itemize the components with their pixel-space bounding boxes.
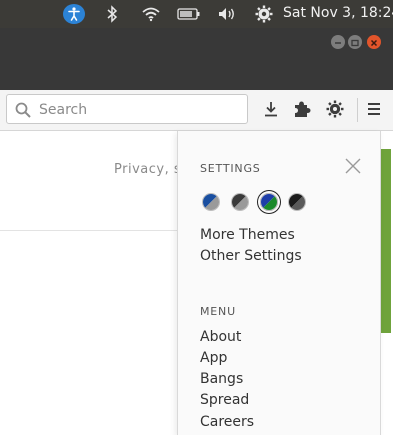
gear-icon[interactable] [325,99,345,119]
theme-swatch-black[interactable] [288,193,306,211]
scrollbar-thumb[interactable] [380,149,391,333]
search-input[interactable] [37,99,241,121]
download-icon[interactable] [261,99,281,119]
window-title-bar [0,28,393,90]
privacy-text[interactable]: Privacy, s [114,162,181,177]
theme-swatch-blue-gray[interactable] [202,193,220,211]
wifi-icon[interactable] [140,4,162,24]
accessibility-icon[interactable] [63,4,85,24]
extension-icon[interactable] [292,99,312,119]
bluetooth-icon[interactable] [104,4,120,24]
other-settings-link[interactable]: Other Settings [200,248,302,264]
menu-item-bangs[interactable]: Bangs [200,371,243,387]
system-clock[interactable]: Sat Nov 3, 18:24 [283,5,393,21]
settings-heading: SETTINGS [200,162,261,175]
minimize-button[interactable] [331,35,345,49]
search-icon [14,101,32,119]
browser-toolbar [0,90,393,131]
menu-item-app[interactable]: App [200,350,227,366]
menu-item-careers[interactable]: Careers [200,414,254,430]
menu-heading: MENU [200,305,236,318]
close-icon[interactable] [345,158,361,174]
settings-gear-icon[interactable] [254,4,274,24]
hamburger-menu-icon[interactable] [364,99,384,119]
menu-item-spread[interactable]: Spread [200,392,249,408]
maximize-button[interactable] [348,35,362,49]
theme-swatch-dark-gray[interactable] [231,193,249,211]
menu-item-about[interactable]: About [200,329,241,345]
close-window-button[interactable] [367,35,381,49]
battery-icon[interactable] [176,4,202,24]
system-top-bar: Sat Nov 3, 18:24 [0,0,393,28]
toolbar-divider [357,98,358,122]
more-themes-link[interactable]: More Themes [200,227,295,243]
search-box[interactable] [6,94,248,124]
theme-swatch-blue-green-selected[interactable] [260,193,278,211]
volume-icon[interactable] [216,4,238,24]
content-divider [0,230,180,231]
settings-panel: SETTINGS More Themes Other Settings MENU… [177,131,381,435]
